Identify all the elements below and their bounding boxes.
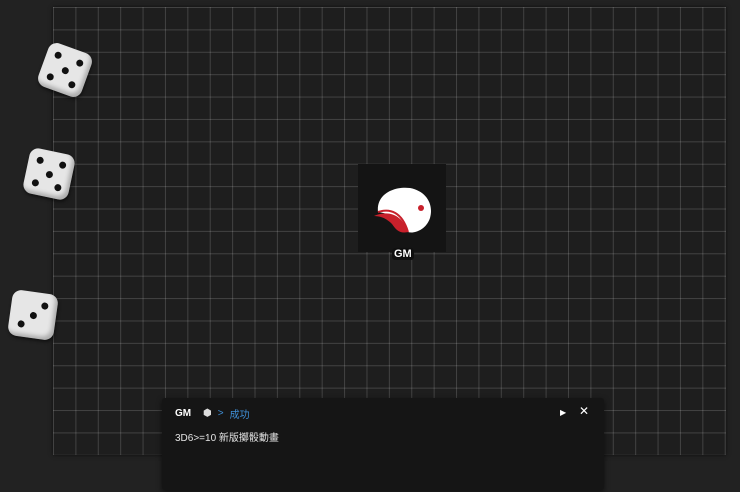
dice-icon: ⬢ bbox=[203, 408, 212, 419]
token-label: GM bbox=[392, 248, 414, 260]
result-status: 成功 bbox=[229, 410, 250, 421]
play-button[interactable]: ▶ bbox=[560, 408, 566, 417]
die-2[interactable] bbox=[21, 146, 77, 202]
result-arrow: > bbox=[217, 408, 224, 419]
message-header: GM ⬢ > 成功 bbox=[175, 406, 250, 421]
die-3[interactable] bbox=[7, 289, 59, 341]
chat-message-popup: GM ⬢ > 成功 3D6>=10 新版擲骰動畫 ▶ ✕ bbox=[162, 398, 604, 490]
message-text: 3D6>=10 新版擲骰動畫 bbox=[175, 433, 279, 444]
close-button[interactable]: ✕ bbox=[579, 404, 589, 418]
gm-token[interactable] bbox=[358, 164, 446, 252]
sender-name: GM bbox=[175, 408, 192, 419]
bird-logo-icon bbox=[374, 187, 432, 233]
